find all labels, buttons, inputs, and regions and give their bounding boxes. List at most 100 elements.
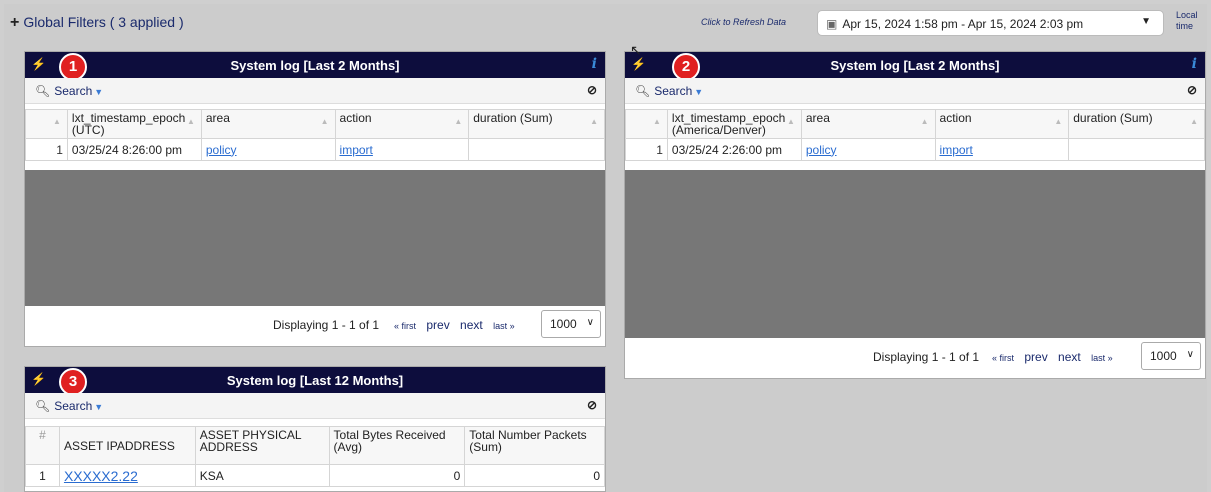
duration-cell <box>468 138 605 161</box>
search-bar: 🔍︎ Search ▼ ⊘ <box>25 78 605 104</box>
annotation-badge: 1 <box>59 53 87 81</box>
action-link[interactable]: import <box>934 138 1070 161</box>
area-link[interactable]: policy <box>200 138 336 161</box>
plus-icon: + <box>10 14 20 31</box>
area-link[interactable]: policy <box>800 138 936 161</box>
annotation-badge: 2 <box>672 53 700 81</box>
panel-title: System log [Last 12 Months] <box>226 373 404 388</box>
global-filters-toggle[interactable]: + Global Filters ( 3 applied ) <box>10 14 184 32</box>
column-header[interactable]: Total Bytes Received (Avg) <box>328 426 466 465</box>
physical-address-cell: KSA <box>194 464 330 487</box>
column-header[interactable]: area ▲ <box>200 109 336 139</box>
data-table: # ASSET IPADDRESS ASSET PHYSICAL ADDRESS… <box>25 426 605 487</box>
sort-icon: ▲ <box>1054 117 1063 126</box>
table-row: 1 03/25/24 2:26:00 pm policy import <box>625 138 1205 161</box>
row-number: 1 <box>625 138 668 161</box>
global-filters-label: Global Filters ( 3 applied ) <box>23 14 184 30</box>
column-header[interactable]: duration (Sum) ▲ <box>1068 109 1205 139</box>
empty-table-area <box>25 170 605 306</box>
page-size-select[interactable]: 1000 ∨ <box>1141 342 1201 370</box>
chevron-down-icon: ∨ <box>1186 349 1194 360</box>
row-number-header[interactable]: ▲ <box>625 109 668 139</box>
panel-title: System log [Last 2 Months] <box>230 58 400 73</box>
calendar-icon: ▣ <box>826 17 838 31</box>
table-footer: Displaying 1 - 1 of 1 « first prev next … <box>625 338 1205 378</box>
column-header[interactable]: ASSET PHYSICAL ADDRESS <box>194 426 330 465</box>
system-log-panel-2: ⚡ System log [Last 2 Months] i 2 🔍︎ Searc… <box>624 51 1206 379</box>
table-row: 1 XXXXX2.22 KSA 0 0 <box>25 464 605 487</box>
data-table: ▲ lxt_timestamp_epoch (America/Denver) ▲ … <box>625 109 1205 161</box>
first-page-link[interactable]: « first <box>394 321 416 331</box>
column-header[interactable]: area ▲ <box>800 109 936 139</box>
search-dropdown[interactable]: 🔍︎ Search ▼ <box>35 84 103 98</box>
last-page-link[interactable]: last » <box>493 321 515 331</box>
chevron-down-icon: ▼ <box>1141 16 1151 27</box>
date-range-picker[interactable]: ▣ Apr 15, 2024 1:58 pm - Apr 15, 2024 2:0… <box>817 10 1164 36</box>
displaying-count: Displaying 1 - 1 of 1 <box>873 350 980 364</box>
info-icon[interactable]: i <box>1192 56 1197 72</box>
column-header[interactable]: lxt_timestamp_epoch (America/Denver) ▲ <box>666 109 802 139</box>
last-page-link[interactable]: last » <box>1091 353 1113 363</box>
prev-page-link[interactable]: prev <box>1024 350 1047 364</box>
refresh-data-link[interactable]: Click to Refresh Data <box>701 17 786 27</box>
first-page-link[interactable]: « first <box>992 353 1014 363</box>
system-log-panel-1: ⚡ System log [Last 2 Months] i 1 🔍︎ Searc… <box>24 51 606 347</box>
search-dropdown[interactable]: 🔍︎ Search ▼ <box>635 84 703 98</box>
search-dropdown[interactable]: 🔍︎ Search ▼ <box>35 399 103 413</box>
panel-title: System log [Last 2 Months] <box>830 58 1000 73</box>
sort-icon: ▲ <box>652 117 661 126</box>
empty-table-area <box>625 170 1205 338</box>
local-time-label: Local time <box>1176 10 1198 31</box>
clear-filter-icon[interactable]: ⊘ <box>587 398 597 412</box>
sort-icon: ▲ <box>52 117 61 126</box>
sort-icon: ▲ <box>186 117 195 126</box>
search-bar: 🔍︎ Search ▼ ⊘ <box>625 78 1205 104</box>
sort-icon: ▲ <box>1190 117 1198 126</box>
search-bar: 🔍︎ Search ▼ ⊘ <box>25 393 605 419</box>
row-number-header[interactable]: ▲ <box>25 109 68 139</box>
duration-cell <box>1068 138 1205 161</box>
table-header-row: ▲ lxt_timestamp_epoch (America/Denver) ▲ … <box>625 109 1205 139</box>
caret-down-icon: ▼ <box>94 402 104 412</box>
data-table: ▲ lxt_timestamp_epoch (UTC) ▲ area ▲ actio… <box>25 109 605 161</box>
column-header[interactable]: action ▲ <box>334 109 470 139</box>
column-header[interactable]: Total Number Packets (Sum) <box>464 426 605 465</box>
displaying-count: Displaying 1 - 1 of 1 <box>273 318 380 332</box>
panel-header: ⚡ System log [Last 2 Months] i <box>625 52 1205 78</box>
top-bar: + Global Filters ( 3 applied ) Click to R… <box>4 4 1207 42</box>
clear-filter-icon[interactable]: ⊘ <box>587 83 597 97</box>
info-icon[interactable]: i <box>592 56 597 72</box>
row-number-header[interactable]: # <box>25 426 60 465</box>
pagination: « first prev next last » <box>992 350 1120 364</box>
column-header[interactable]: action ▲ <box>934 109 1070 139</box>
panel-header: ⚡ System log [Last 2 Months] i <box>25 52 605 78</box>
search-icon: 🔍︎ <box>635 84 651 98</box>
action-link[interactable]: import <box>334 138 470 161</box>
next-page-link[interactable]: next <box>460 318 483 332</box>
ip-address-link[interactable]: XXXXX2.22 <box>58 464 196 487</box>
table-header-row: ▲ lxt_timestamp_epoch (UTC) ▲ area ▲ actio… <box>25 109 605 139</box>
sort-icon: ▲ <box>454 117 463 126</box>
next-page-link[interactable]: next <box>1058 350 1081 364</box>
column-header[interactable]: duration (Sum) ▲ <box>468 109 605 139</box>
annotation-badge: 3 <box>59 368 87 396</box>
panel-header: ⚡ System log [Last 12 Months] <box>25 367 605 393</box>
prev-page-link[interactable]: prev <box>426 318 449 332</box>
dashboard: + Global Filters ( 3 applied ) Click to R… <box>4 4 1207 492</box>
date-range-value: Apr 15, 2024 1:58 pm - Apr 15, 2024 2:03… <box>842 17 1084 31</box>
pagination: « first prev next last » <box>394 318 522 332</box>
page-size-select[interactable]: 1000 ∨ <box>541 310 601 338</box>
column-header[interactable]: ASSET IPADDRESS <box>58 426 196 465</box>
table-header-row: # ASSET IPADDRESS ASSET PHYSICAL ADDRESS… <box>25 426 605 465</box>
chevron-down-icon: ∨ <box>586 317 594 328</box>
sort-icon: ▲ <box>920 117 929 126</box>
search-icon: 🔍︎ <box>35 399 51 413</box>
search-icon: 🔍︎ <box>35 84 51 98</box>
caret-down-icon: ▼ <box>94 87 104 97</box>
system-log-panel-3: ⚡ System log [Last 12 Months] 3 🔍︎ Search… <box>24 366 606 492</box>
column-header[interactable]: lxt_timestamp_epoch (UTC) ▲ <box>66 109 202 139</box>
clear-filter-icon[interactable]: ⊘ <box>1187 83 1197 97</box>
row-number: 1 <box>25 138 68 161</box>
timestamp-cell: 03/25/24 8:26:00 pm <box>66 138 202 161</box>
table-row: 1 03/25/24 8:26:00 pm policy import <box>25 138 605 161</box>
